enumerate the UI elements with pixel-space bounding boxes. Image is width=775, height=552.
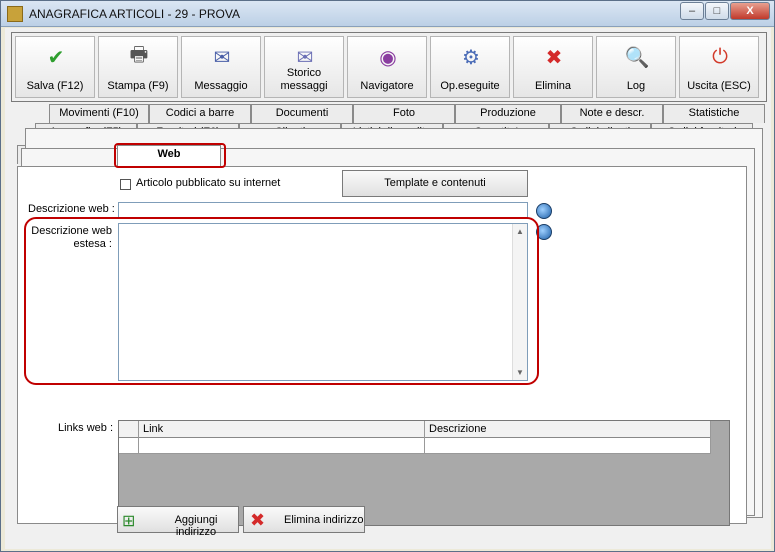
table-row[interactable]: [119, 438, 711, 454]
salva-f12-button[interactable]: ✔ Salva (F12): [15, 36, 95, 98]
delete-x-icon: ✖: [545, 46, 563, 69]
tab-documenti[interactable]: Documenti: [251, 104, 353, 123]
descrizione-cell[interactable]: [425, 438, 711, 454]
elimina-button[interactable]: ✖ Elimina: [513, 36, 593, 98]
messaggio-button[interactable]: ✉ Messaggio: [181, 36, 261, 98]
tab-note-e-descr[interactable]: Note e descr.: [561, 104, 663, 123]
app-icon: [7, 6, 23, 22]
gears-icon: ⚙: [462, 46, 480, 69]
toolbar-button-label: Elimina: [534, 80, 572, 92]
navigatore-button[interactable]: ◉ Navigatore: [347, 36, 427, 98]
log-button[interactable]: 🔍 Log: [596, 36, 676, 98]
highlight-web-tab: [114, 143, 226, 168]
printer-icon: 🖶: [129, 44, 149, 66]
log-book-search-icon: 🔍: [624, 46, 650, 69]
published-checkbox[interactable]: [120, 179, 131, 190]
toolbar-button-label: Storico messaggi: [280, 67, 328, 92]
toolbar-button-label: Salva (F12): [26, 80, 84, 92]
close-button[interactable]: X: [730, 2, 770, 20]
links-web-label: Links web :: [58, 422, 114, 434]
delete-address-button[interactable]: ✖ Elimina indirizzo: [243, 506, 365, 533]
toolbar-button-label: Uscita (ESC): [687, 80, 751, 92]
maximize-button[interactable]: □: [705, 2, 729, 20]
add-address-icon: ⊞: [122, 513, 136, 530]
check-icon: ✔: [47, 46, 65, 69]
tab-movimenti-f10[interactable]: Movimenti (F10): [49, 104, 149, 123]
add-address-button[interactable]: ⊞ Aggiungi indirizzo: [117, 506, 239, 538]
grid-col-descrizione[interactable]: Descrizione: [425, 421, 711, 438]
storico-messaggi-button[interactable]: ✉ Storico messaggi: [264, 36, 344, 98]
row-selector[interactable]: [119, 438, 139, 454]
client-area: ✔ Salva (F12) 🖶 Stampa (F9) ✉ Messaggio ✉ Stori…: [5, 28, 771, 549]
descrizione-web-label: Descrizione web :: [28, 203, 115, 215]
published-checkbox-label: Articolo pubblicato su internet: [136, 177, 281, 189]
toolbar-button-label: Log: [626, 80, 646, 92]
link-cell[interactable]: [139, 438, 425, 454]
stampa-f9-button[interactable]: 🖶 Stampa (F9): [98, 36, 178, 98]
tab-codici-a-barre[interactable]: Codici a barre: [149, 104, 251, 123]
main-window: ANAGRAFICA ARTICOLI - 29 - PROVA – □ X ✔…: [0, 0, 775, 552]
delete-address-icon: ✖: [250, 510, 266, 530]
add-address-label: Aggiungi indirizzo: [174, 514, 218, 538]
tab-page-web: Articolo pubblicato su internet Template…: [17, 166, 747, 526]
delete-address-label: Elimina indirizzo: [284, 514, 364, 526]
toolbar: ✔ Salva (F12) 🖶 Stampa (F9) ✉ Messaggio ✉ Stori…: [11, 32, 767, 102]
grid-row-selector-header: [119, 421, 139, 438]
minimize-button[interactable]: –: [680, 2, 704, 20]
toolbar-button-label: Op.eseguite: [440, 80, 500, 92]
tab-statistiche[interactable]: Statistiche: [663, 104, 765, 123]
op-eseguite-button[interactable]: ⚙ Op.eseguite: [430, 36, 510, 98]
translate-globe-icon[interactable]: [536, 203, 552, 219]
title-bar: ANAGRAFICA ARTICOLI - 29 - PROVA – □ X: [1, 1, 774, 27]
toolbar-button-label: Navigatore: [360, 80, 414, 92]
links-grid-header: Link Descrizione: [119, 421, 711, 438]
template-contents-button[interactable]: Template e contenuti: [342, 170, 528, 197]
toolbar-button-label: Stampa (F9): [107, 80, 169, 92]
uscita-esc-button[interactable]: ⏻ Uscita (ESC): [679, 36, 759, 98]
power-icon: ⏻: [712, 45, 728, 68]
grid-col-link[interactable]: Link: [139, 421, 425, 438]
highlight-descrizione-estesa: [24, 217, 539, 385]
envelope-pen-icon: ✉: [213, 46, 231, 69]
tab-foto[interactable]: Foto: [353, 104, 455, 123]
tab-produzione[interactable]: Produzione: [455, 104, 561, 123]
compass-icon: ◉: [379, 46, 397, 69]
window-title: ANAGRAFICA ARTICOLI - 29 - PROVA: [29, 7, 240, 21]
toolbar-button-label: Messaggio: [194, 80, 248, 92]
